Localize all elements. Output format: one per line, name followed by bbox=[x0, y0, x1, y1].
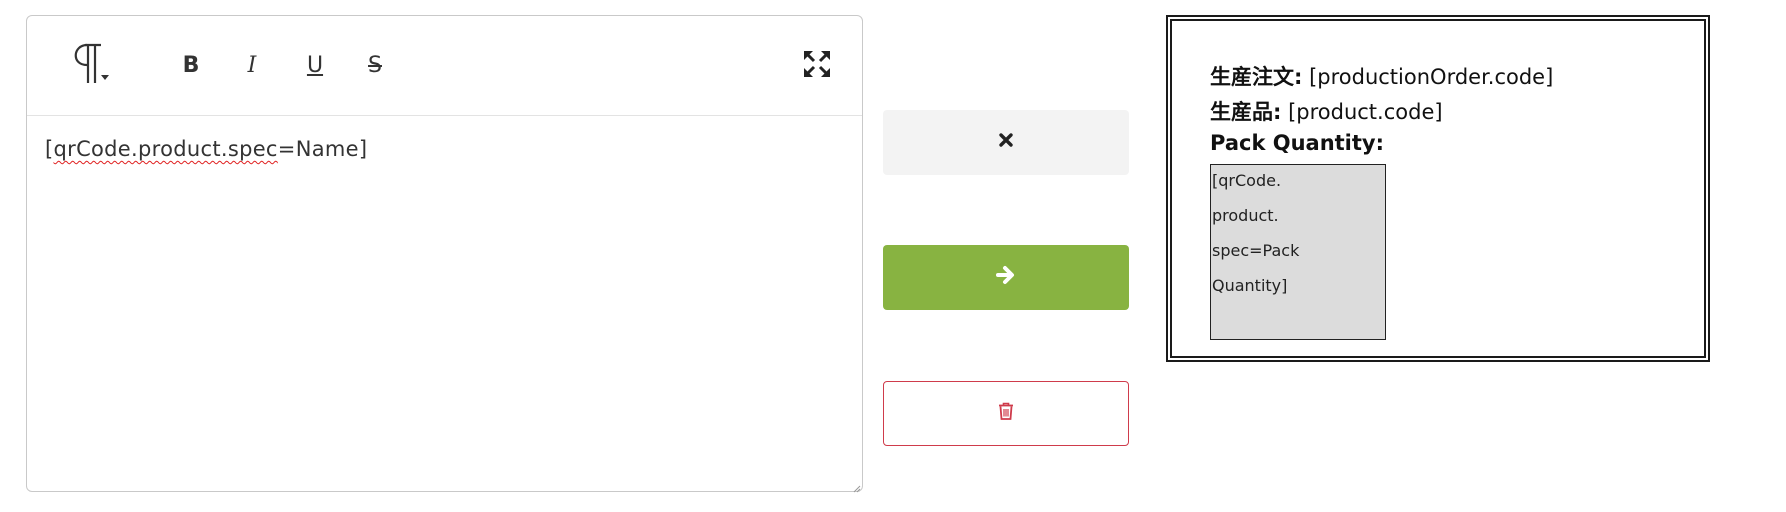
editor-toolbar: B I U S bbox=[27, 16, 862, 116]
rich-text-editor: B I U S [qrCode.product.spec=Name] bbox=[26, 15, 863, 493]
italic-button[interactable]: I bbox=[222, 16, 282, 115]
box-line: product. bbox=[1212, 206, 1279, 225]
label-preview: 生産注文: [productionOrder.code] 生産品: [produ… bbox=[1166, 15, 1710, 362]
pack-quantity-label: Pack Quantity: bbox=[1210, 131, 1385, 155]
delete-button[interactable] bbox=[883, 381, 1129, 446]
order-label: 生産注文: bbox=[1210, 65, 1303, 89]
paragraph-icon bbox=[65, 41, 113, 91]
preview-line-order: 生産注文: [productionOrder.code] bbox=[1210, 61, 1553, 91]
content-suffix: =Name] bbox=[277, 137, 368, 161]
next-button[interactable] bbox=[883, 245, 1129, 310]
preview-line-product: 生産品: [product.code] bbox=[1210, 96, 1443, 126]
cancel-button[interactable] bbox=[883, 110, 1129, 175]
arrow-right-icon bbox=[996, 265, 1016, 290]
order-value: [productionOrder.code] bbox=[1302, 65, 1554, 89]
strikethrough-button[interactable]: S bbox=[345, 16, 405, 115]
paragraph-format-button[interactable] bbox=[59, 16, 119, 115]
bold-button[interactable]: B bbox=[161, 16, 221, 115]
box-line: Quantity] bbox=[1212, 276, 1288, 295]
trash-icon bbox=[998, 402, 1014, 425]
underline-button[interactable]: U bbox=[285, 16, 345, 115]
product-value: [product.code] bbox=[1281, 100, 1443, 124]
editor-content[interactable]: [qrCode.product.spec=Name] bbox=[45, 137, 367, 161]
expand-icon bbox=[802, 49, 832, 83]
resize-handle[interactable] bbox=[851, 480, 861, 493]
product-label: 生産品: bbox=[1210, 100, 1282, 124]
box-line: spec=Pack bbox=[1212, 241, 1300, 260]
preview-line-pack-quantity: Pack Quantity: bbox=[1210, 131, 1384, 155]
pack-quantity-box: [qrCode. product. spec=Pack Quantity] bbox=[1210, 164, 1386, 340]
box-line: [qrCode. bbox=[1212, 171, 1282, 190]
fullscreen-button[interactable] bbox=[787, 16, 847, 115]
close-icon bbox=[998, 132, 1014, 153]
misspelled-text: qrCode.product.spec bbox=[53, 137, 278, 161]
content-prefix: [ bbox=[45, 137, 54, 161]
